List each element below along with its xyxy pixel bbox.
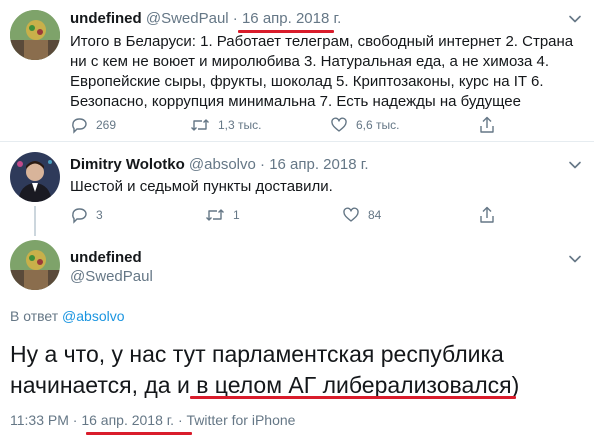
tweet-time[interactable]: 11:33 PM	[10, 412, 69, 428]
avatar[interactable]	[10, 10, 60, 60]
share-icon	[480, 206, 494, 223]
tweet-header: undefined @SwedPaul · 16 апр. 2018 г.	[70, 10, 341, 27]
separator-dot: ·	[232, 10, 238, 27]
avatar[interactable]	[10, 240, 60, 290]
tweet-text-line: Европейские сыры, фрукты, шоколад 5. Кри…	[70, 73, 544, 90]
heart-icon	[331, 117, 347, 132]
reply-to-link[interactable]: @absolvo	[62, 308, 124, 324]
tweet-2: Dimitry Wolotko @absolvo · 16 апр. 2018 …	[0, 142, 594, 236]
reply-icon	[72, 208, 87, 224]
tweet-date[interactable]: 16 апр. 2018 г.	[269, 156, 368, 173]
reply-icon	[72, 118, 87, 134]
tweet-text-line: Итого в Беларуси: 1. Работает телеграм, …	[70, 33, 574, 50]
chevron-down-icon[interactable]	[568, 252, 582, 266]
display-name[interactable]: undefined	[70, 249, 142, 266]
share-button[interactable]	[478, 116, 504, 134]
reply-button[interactable]: 3	[70, 206, 103, 224]
tweet-actions: 3 1 84	[70, 206, 520, 226]
retweet-icon	[206, 209, 224, 221]
separator-dot: ·	[72, 412, 78, 428]
retweet-icon	[191, 119, 209, 131]
separator-dot: ·	[177, 412, 183, 428]
tweet-meta: 11:33 PM · 16 апр. 2018 г. · Twitter for…	[10, 412, 295, 428]
tweet-text-line: Безопасно, коррупция минимальна 7. Есть …	[70, 93, 521, 110]
share-button[interactable]	[478, 206, 504, 224]
tweet-actions: 269 1,3 тыс. 6,6 тыс.	[70, 116, 520, 136]
tweet-text-line: ни с кем не воюет и миролюбива 3. Натура…	[70, 53, 550, 70]
chevron-down-icon[interactable]	[568, 158, 582, 172]
tweet-text: Шестой и седьмой пункты доставили.	[70, 178, 333, 195]
display-name[interactable]: undefined	[70, 10, 142, 27]
avatar-image	[10, 10, 60, 60]
chevron-down-icon[interactable]	[568, 12, 582, 26]
reply-button[interactable]: 269	[70, 116, 116, 134]
retweet-count: 1	[233, 208, 240, 222]
share-icon	[480, 116, 494, 133]
retweet-count: 1,3 тыс.	[218, 118, 262, 132]
tweet-header: Dimitry Wolotko @absolvo · 16 апр. 2018 …	[70, 156, 369, 173]
tweet-date[interactable]: 16 апр. 2018 г.	[81, 412, 174, 428]
tweet-text: Ну а что, у нас тут парламентская респуб…	[10, 339, 590, 401]
annotation-underline	[190, 396, 516, 399]
reply-prefix: В ответ	[10, 308, 59, 324]
avatar-image	[10, 240, 60, 290]
like-count: 6,6 тыс.	[356, 118, 400, 132]
separator-dot: ·	[260, 156, 266, 173]
like-count: 84	[368, 208, 382, 222]
heart-icon	[343, 207, 359, 222]
like-button[interactable]: 84	[342, 206, 381, 224]
reply-count: 269	[96, 118, 117, 132]
tweet-text-line: Ну а что, у нас тут парламентская респуб…	[10, 341, 504, 367]
user-handle[interactable]: @absolvo	[189, 156, 256, 173]
tweet-text: Итого в Беларуси: 1. Работает телеграм, …	[70, 32, 585, 112]
avatar-image	[10, 152, 60, 202]
user-handle[interactable]: @SwedPaul	[70, 268, 153, 285]
user-handle[interactable]: @SwedPaul	[146, 10, 229, 27]
avatar[interactable]	[10, 152, 60, 202]
retweet-button[interactable]: 1,3 тыс.	[190, 116, 261, 134]
annotation-underline	[86, 432, 192, 435]
thread-line	[34, 206, 36, 236]
tweet-3: undefined @SwedPaul В ответ @absolvo Ну …	[0, 236, 594, 441]
display-name[interactable]: Dimitry Wolotko	[70, 156, 185, 173]
reply-count: 3	[96, 208, 103, 222]
tweet-date[interactable]: 16 апр. 2018 г.	[242, 10, 341, 27]
tweet-source[interactable]: Twitter for iPhone	[187, 412, 296, 428]
tweet-1: undefined @SwedPaul · 16 апр. 2018 г. Ит…	[0, 0, 594, 140]
like-button[interactable]: 6,6 тыс.	[330, 116, 399, 134]
reply-context: В ответ @absolvo	[10, 308, 125, 324]
retweet-button[interactable]: 1	[205, 206, 240, 224]
